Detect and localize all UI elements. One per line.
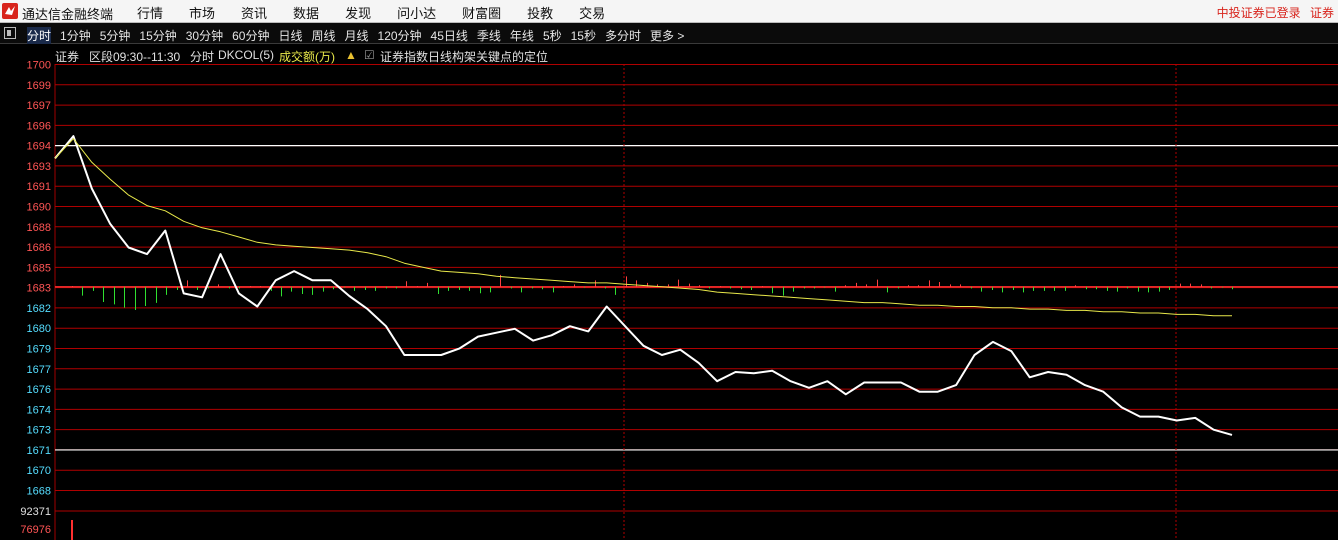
price-tick-label: 1671 <box>27 445 51 457</box>
price-tick-label: 1685 <box>27 262 51 274</box>
price-tick-label: 1688 <box>27 222 51 234</box>
price-tick-label: 1686 <box>27 242 51 254</box>
price-tick-label: 1696 <box>27 120 51 132</box>
price-tick-label: 1683 <box>27 283 51 295</box>
price-tick-label: 1697 <box>27 100 51 112</box>
price-tick-label: 1682 <box>27 303 51 315</box>
price-tick-label: 1694 <box>27 141 51 153</box>
volume-tick-label: 76976 <box>20 524 51 536</box>
price-tick-label: 1673 <box>27 425 51 437</box>
price-tick-label: 1668 <box>27 486 51 498</box>
price-tick-label: 1679 <box>27 344 51 356</box>
price-tick-label: 1677 <box>27 364 51 376</box>
price-tick-label: 1691 <box>27 181 51 193</box>
price-tick-label: 1700 <box>27 60 51 72</box>
volume-tick-label: 92371 <box>20 506 51 518</box>
price-tick-label: 1670 <box>27 465 51 477</box>
price-tick-label: 1690 <box>27 202 51 214</box>
price-tick-label: 1674 <box>27 404 51 416</box>
intraday-chart[interactable]: 1700 1699 1697 1696 1694 1693 1691 1690 1688 1686… <box>0 0 1338 540</box>
price-tick-label: 1699 <box>27 80 51 92</box>
price-tick-label: 1680 <box>27 323 51 335</box>
price-tick-label: 1676 <box>27 384 51 396</box>
price-tick-label: 1693 <box>27 161 51 173</box>
